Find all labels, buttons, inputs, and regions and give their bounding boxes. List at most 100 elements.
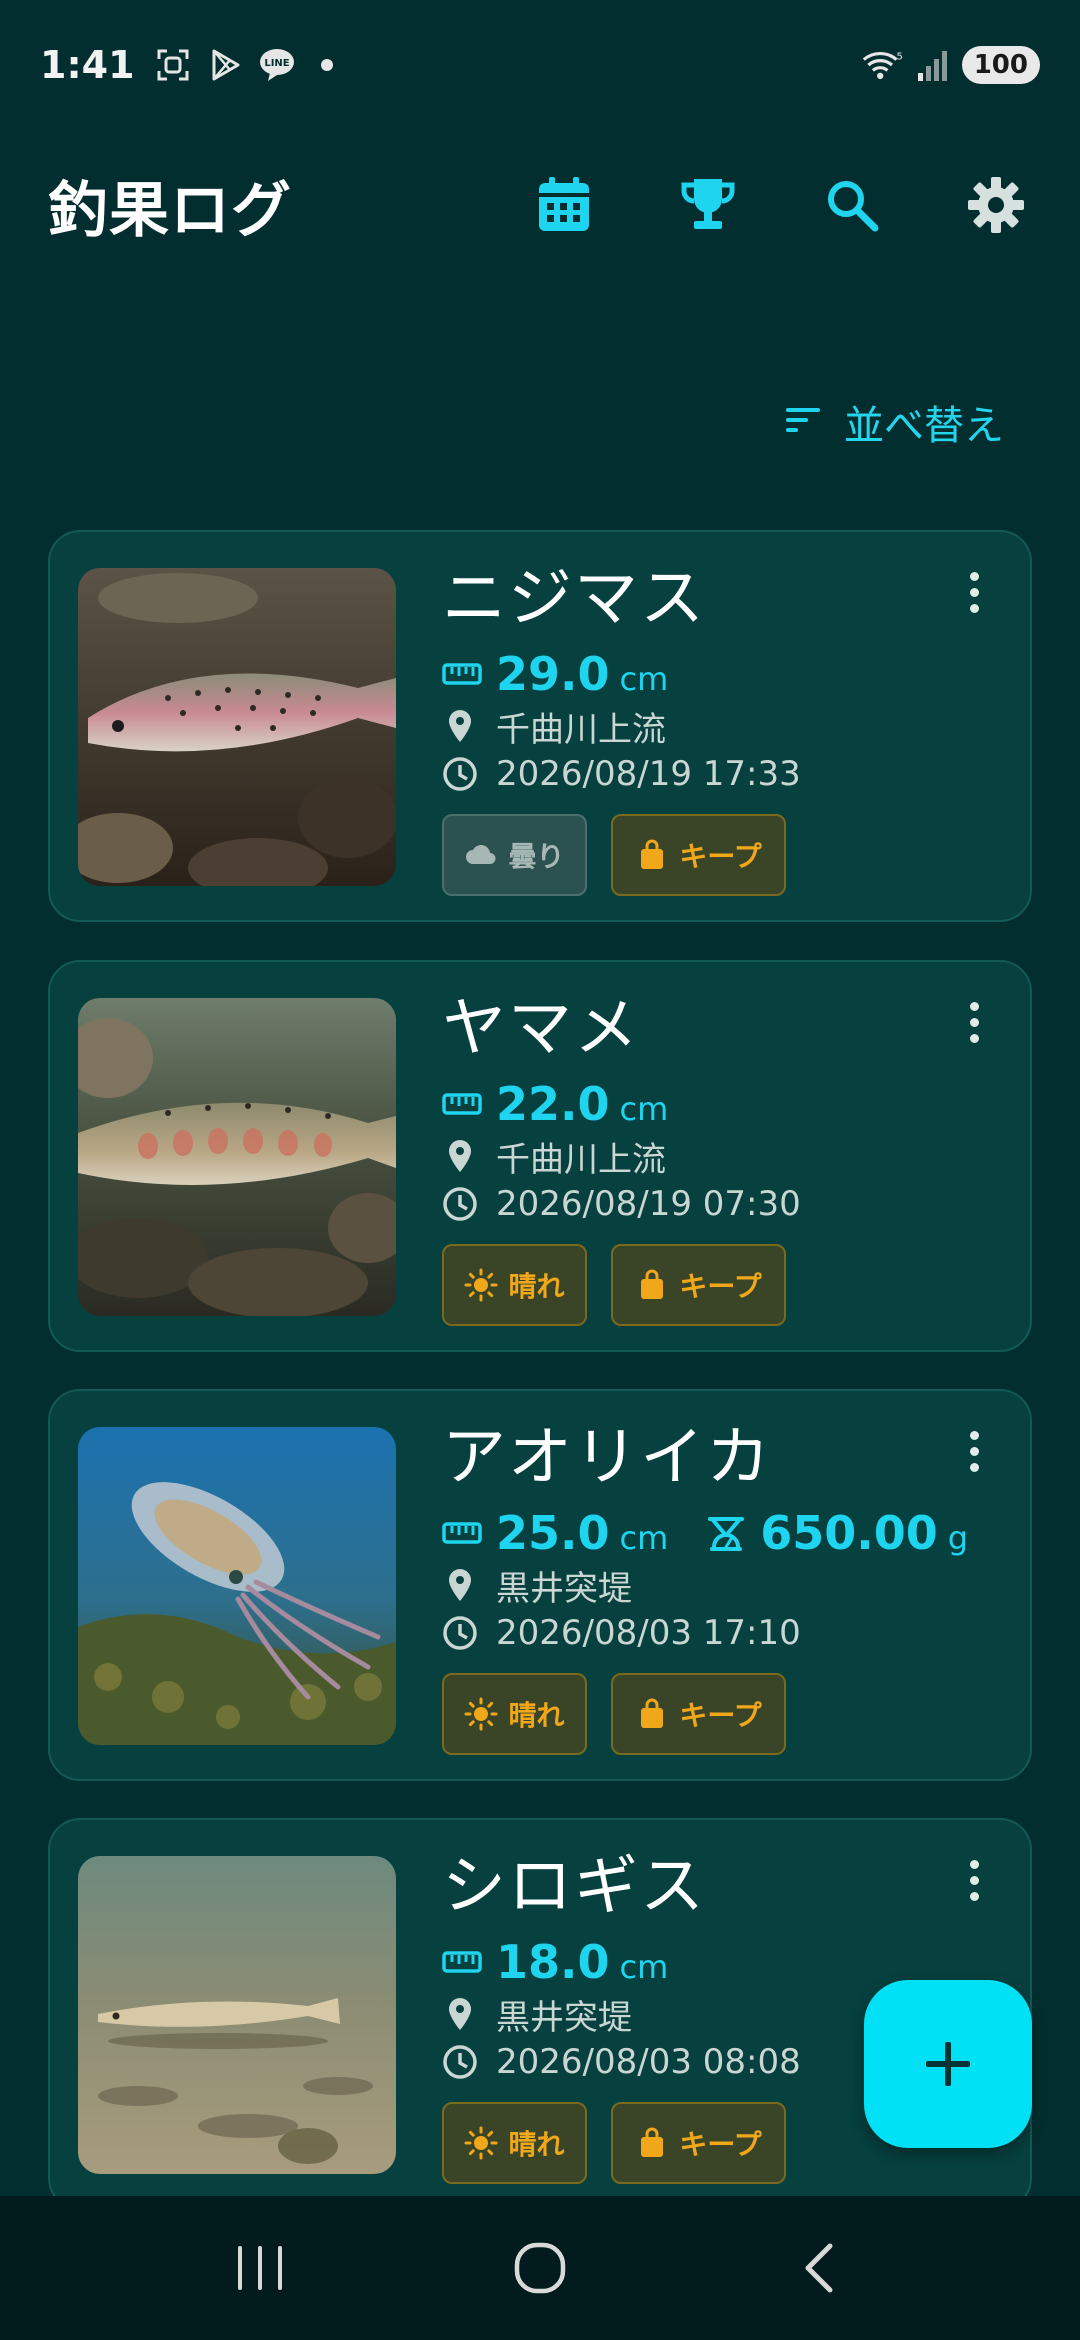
location-row: 千曲川上流 bbox=[442, 702, 970, 750]
datetime-row: 2026/08/03 17:10 bbox=[442, 1609, 970, 1657]
cloud-icon bbox=[466, 845, 496, 864]
weather-chip: 晴れ bbox=[442, 1244, 587, 1326]
length-unit: cm bbox=[619, 660, 669, 698]
sun-icon bbox=[464, 2126, 498, 2160]
weather-label: 晴れ bbox=[508, 1699, 565, 1732]
calendar-icon[interactable] bbox=[534, 175, 594, 235]
ruler-icon bbox=[442, 1522, 482, 1544]
clock-icon bbox=[443, 757, 477, 791]
search-icon[interactable] bbox=[822, 175, 882, 235]
screenshot-icon bbox=[153, 45, 193, 85]
datetime-text: 2026/08/19 07:30 bbox=[496, 1184, 801, 1224]
location-pin-icon bbox=[449, 1140, 471, 1172]
line-icon: LINE bbox=[257, 45, 297, 85]
svg-text:5: 5 bbox=[896, 52, 901, 63]
sun-icon bbox=[464, 1268, 498, 1302]
catch-details: ヤマメ 22.0 cm 千曲川上流 2026/08/19 07:30 晴れ キー… bbox=[442, 984, 970, 1326]
bag-icon bbox=[641, 1698, 664, 1728]
app-title: 釣果ログ bbox=[48, 175, 292, 246]
catch-card[interactable]: ニジマス 29.0 cm 千曲川上流 2026/08/19 17:33 曇り キ… bbox=[48, 530, 1032, 922]
sort-icon bbox=[784, 404, 824, 440]
status-system-icons: 5 100 bbox=[862, 45, 1040, 85]
datetime-row: 2026/08/19 17:33 bbox=[442, 750, 970, 798]
weather-label: 晴れ bbox=[508, 2128, 565, 2161]
scale-icon bbox=[708, 1517, 745, 1551]
more-options-icon[interactable] bbox=[954, 562, 994, 622]
more-options-icon[interactable] bbox=[954, 992, 994, 1052]
weight-value: 650.00 bbox=[760, 1506, 938, 1560]
system-nav-bar bbox=[0, 2196, 1080, 2340]
location-text: 黒井突堤 bbox=[496, 1997, 632, 2038]
location-text: 黒井突堤 bbox=[496, 1568, 632, 1609]
catch-metrics: 22.0 cm bbox=[442, 1076, 970, 1132]
home-icon[interactable] bbox=[500, 2228, 580, 2308]
catch-metrics: 29.0 cm bbox=[442, 646, 970, 702]
catch-metrics: 18.0 cm bbox=[442, 1934, 970, 1990]
length-value: 22.0 bbox=[496, 1077, 610, 1131]
length-unit: cm bbox=[619, 1090, 669, 1128]
more-options-icon[interactable] bbox=[954, 1850, 994, 1910]
tag-chips: 晴れ キープ bbox=[442, 1673, 970, 1755]
fish-name: ニジマス bbox=[442, 562, 706, 636]
length-unit: cm bbox=[619, 1519, 669, 1557]
more-options-icon[interactable] bbox=[954, 1421, 994, 1481]
clock-icon bbox=[443, 1616, 477, 1650]
length-value: 25.0 bbox=[496, 1506, 610, 1560]
keep-chip: キープ bbox=[611, 2102, 786, 2184]
datetime-row: 2026/08/19 07:30 bbox=[442, 1180, 970, 1228]
datetime-text: 2026/08/03 08:08 bbox=[496, 2042, 801, 2082]
bag-icon bbox=[641, 839, 664, 869]
catch-details: ニジマス 29.0 cm 千曲川上流 2026/08/19 17:33 曇り キ… bbox=[442, 554, 970, 896]
status-notification-icons: LINE bbox=[153, 45, 333, 85]
weather-label: 曇り bbox=[508, 840, 565, 873]
length-metric: 25.0 cm bbox=[442, 1506, 668, 1560]
location-row: 千曲川上流 bbox=[442, 1132, 970, 1180]
catch-card[interactable]: ヤマメ 22.0 cm 千曲川上流 2026/08/19 07:30 晴れ キー… bbox=[48, 960, 1032, 1352]
bag-icon bbox=[641, 2127, 664, 2157]
status-bar: 1:41 LINE 5 100 bbox=[0, 0, 1080, 130]
weather-chip: 晴れ bbox=[442, 1673, 587, 1755]
fish-name: ヤマメ bbox=[442, 992, 640, 1066]
fish-photo bbox=[78, 568, 396, 886]
location-row: 黒井突堤 bbox=[442, 1561, 970, 1609]
keep-chip: キープ bbox=[611, 1244, 786, 1326]
svg-text:LINE: LINE bbox=[264, 58, 289, 69]
plus-icon bbox=[926, 2042, 970, 2086]
status-label: キープ bbox=[679, 1270, 762, 1303]
tag-chips: 曇り キープ bbox=[442, 814, 970, 896]
length-metric: 22.0 cm bbox=[442, 1077, 668, 1131]
add-catch-button[interactable] bbox=[864, 1980, 1032, 2148]
recents-icon[interactable] bbox=[220, 2228, 300, 2308]
fish-photo bbox=[78, 1856, 396, 2174]
notification-dot bbox=[320, 59, 333, 71]
location-text: 千曲川上流 bbox=[496, 709, 666, 750]
length-value: 18.0 bbox=[496, 1935, 610, 1989]
weather-chip: 曇り bbox=[442, 814, 587, 896]
signal-icon bbox=[912, 45, 952, 85]
ruler-icon bbox=[442, 1093, 482, 1115]
trophy-icon[interactable] bbox=[678, 175, 738, 235]
weather-label: 晴れ bbox=[508, 1270, 565, 1303]
catch-details: アオリイカ 25.0 cm 650.00 g 黒井突堤 2026/08/03 1… bbox=[442, 1413, 970, 1755]
location-text: 千曲川上流 bbox=[496, 1139, 666, 1180]
length-value: 29.0 bbox=[496, 647, 610, 701]
sun-icon bbox=[464, 1697, 498, 1731]
play-store-icon bbox=[205, 45, 245, 85]
datetime-text: 2026/08/19 17:33 bbox=[496, 754, 801, 794]
squid-photo bbox=[78, 1427, 396, 1745]
ruler-icon bbox=[442, 663, 482, 685]
fish-name: シロギス bbox=[442, 1850, 706, 1924]
status-time: 1:41 bbox=[40, 43, 135, 87]
sort-label: 並べ替え bbox=[844, 403, 1004, 449]
status-label: キープ bbox=[679, 2128, 762, 2161]
gear-icon[interactable] bbox=[966, 175, 1026, 235]
catch-card[interactable]: アオリイカ 25.0 cm 650.00 g 黒井突堤 2026/08/03 1… bbox=[48, 1389, 1032, 1781]
sort-button[interactable]: 並べ替え bbox=[784, 392, 1004, 452]
back-icon[interactable] bbox=[780, 2228, 860, 2308]
keep-chip: キープ bbox=[611, 1673, 786, 1755]
weight-metric: 650.00 g bbox=[706, 1506, 968, 1560]
status-label: キープ bbox=[679, 840, 762, 873]
weight-unit: g bbox=[947, 1519, 969, 1557]
clock-icon bbox=[443, 2045, 477, 2079]
weather-chip: 晴れ bbox=[442, 2102, 587, 2184]
